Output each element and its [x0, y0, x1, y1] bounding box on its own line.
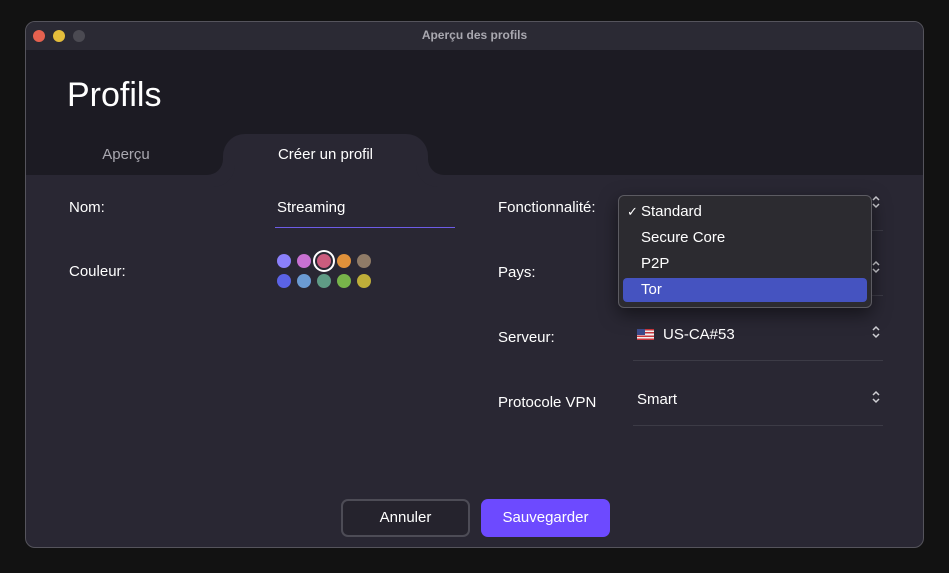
dropdown-option-secure-core[interactable]: Secure Core: [623, 226, 867, 250]
protocol-label: Protocole VPN: [498, 394, 597, 411]
option-label: Standard: [641, 203, 702, 220]
feature-dropdown-menu: ✓ Standard Secure Core P2P Tor: [618, 195, 872, 308]
server-value: US-CA#53: [663, 326, 735, 343]
tab-create-profile[interactable]: Créer un profil: [223, 134, 428, 175]
server-label: Serveur:: [498, 329, 555, 346]
color-swatch[interactable]: [357, 254, 371, 268]
color-swatch[interactable]: [277, 254, 291, 268]
color-swatch[interactable]: [297, 274, 311, 288]
protocol-select[interactable]: Smart: [633, 385, 883, 426]
chevron-updown-icon: [872, 325, 880, 339]
dropdown-option-tor[interactable]: Tor: [623, 278, 867, 302]
color-label: Couleur:: [69, 263, 126, 280]
save-button[interactable]: Sauvegarder: [481, 499, 610, 537]
option-label: P2P: [641, 255, 670, 272]
color-swatch[interactable]: [337, 274, 351, 288]
tab-apercu[interactable]: Aperçu: [81, 134, 171, 175]
server-select[interactable]: US-CA#53: [633, 320, 883, 361]
profiles-window: Aperçu des profils Profils Aperçu Créer …: [25, 21, 924, 548]
name-label: Nom:: [69, 199, 105, 216]
protocol-value: Smart: [637, 391, 678, 408]
color-swatch[interactable]: [317, 254, 331, 268]
server-value-wrap: US-CA#53: [637, 326, 735, 343]
dropdown-option-p2p[interactable]: P2P: [623, 252, 867, 276]
country-label: Pays:: [498, 264, 536, 281]
color-swatch[interactable]: [297, 254, 311, 268]
name-input[interactable]: [275, 194, 455, 228]
window-title: Aperçu des profils: [421, 28, 528, 42]
color-swatch[interactable]: [277, 274, 291, 288]
color-swatch[interactable]: [357, 274, 371, 288]
page-title: Profils: [67, 76, 162, 114]
chevron-updown-icon: [872, 390, 880, 404]
option-label: Secure Core: [641, 229, 726, 246]
color-swatch[interactable]: [337, 254, 351, 268]
header: Profils Aperçu Créer un profil: [26, 50, 923, 175]
color-swatch[interactable]: [317, 274, 331, 288]
checkmark-icon: ✓: [627, 204, 638, 219]
feature-label: Fonctionnalité:: [498, 199, 596, 216]
us-flag-icon: [637, 329, 654, 340]
option-label: Tor: [641, 281, 662, 298]
dropdown-option-standard[interactable]: ✓ Standard: [623, 200, 867, 224]
title-bar: Aperçu des profils: [26, 22, 923, 50]
cancel-button[interactable]: Annuler: [341, 499, 470, 537]
